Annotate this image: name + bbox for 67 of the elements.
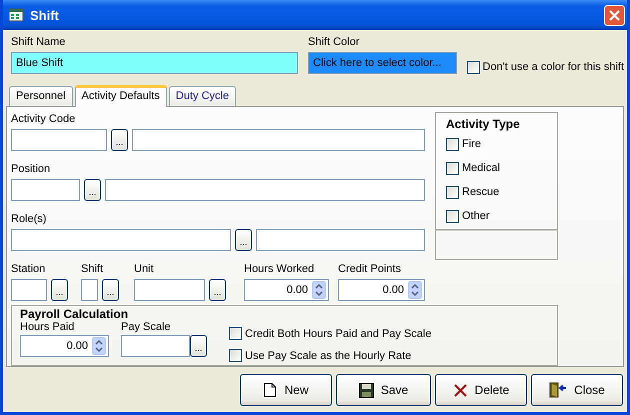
spin-arrows-icon[interactable] bbox=[92, 337, 106, 355]
text-field[interactable] bbox=[121, 335, 190, 357]
browse-button[interactable]: ... bbox=[235, 229, 252, 251]
checkbox-label: Credit Both Hours Paid and Pay Scale bbox=[245, 328, 432, 340]
spin-arrows-icon[interactable] bbox=[312, 281, 326, 299]
text-field[interactable] bbox=[256, 229, 425, 251]
window-title: Shift bbox=[30, 8, 60, 22]
field-label: Shift Name bbox=[11, 35, 66, 50]
tab[interactable]: Duty Cycle bbox=[168, 86, 236, 106]
text-field[interactable] bbox=[11, 229, 231, 251]
checkbox-label: Don't use a color for this shift bbox=[482, 61, 624, 73]
browse-button[interactable]: ... bbox=[102, 279, 119, 301]
text-field[interactable] bbox=[11, 129, 107, 151]
calendar-icon bbox=[8, 7, 24, 23]
exit-door-icon bbox=[549, 382, 568, 398]
checkbox-label: Use Pay Scale as the Hourly Rate bbox=[245, 350, 412, 362]
text-field[interactable] bbox=[134, 279, 205, 301]
checkbox[interactable] bbox=[466, 60, 480, 74]
document-icon bbox=[263, 382, 278, 398]
field-label: Unit bbox=[134, 262, 155, 277]
text-field[interactable] bbox=[11, 279, 47, 301]
field-label: Credit Points bbox=[338, 262, 402, 277]
checkbox[interactable] bbox=[446, 138, 459, 150]
browse-button[interactable]: ... bbox=[209, 279, 226, 301]
browse-button[interactable]: ... bbox=[51, 279, 68, 301]
field-label: Station bbox=[11, 262, 46, 277]
spin-field[interactable]: 0.00 bbox=[20, 335, 109, 357]
checkbox[interactable] bbox=[446, 210, 459, 222]
new-button[interactable]: New bbox=[240, 374, 332, 406]
group-title: Activity Type bbox=[446, 117, 521, 132]
field-label: Hours Paid bbox=[20, 321, 76, 335]
checkbox[interactable] bbox=[229, 327, 242, 340]
save-button[interactable]: Save bbox=[336, 374, 431, 406]
spin-field[interactable]: 0.00 bbox=[244, 279, 329, 301]
field-label: Shift Color bbox=[308, 35, 360, 50]
field-label: Hours Worked bbox=[244, 262, 316, 277]
text-field[interactable] bbox=[132, 129, 425, 151]
browse-button[interactable]: ... bbox=[190, 335, 207, 357]
checkbox-label: Other bbox=[462, 210, 490, 222]
browse-button[interactable]: ... bbox=[84, 179, 101, 201]
tab[interactable]: Activity Defaults bbox=[74, 85, 167, 107]
checkbox-label: Medical bbox=[462, 162, 500, 174]
shift-name-field[interactable]: Blue Shift bbox=[11, 52, 298, 74]
close-icon bbox=[604, 4, 625, 26]
text-field[interactable] bbox=[11, 179, 80, 201]
checkbox[interactable] bbox=[446, 162, 459, 174]
close-button[interactable] bbox=[604, 4, 625, 26]
color-picker-field[interactable]: Click here to select color... bbox=[308, 52, 456, 74]
delete-button[interactable]: Delete bbox=[435, 374, 527, 406]
checkbox[interactable] bbox=[229, 349, 242, 362]
group-title: Payroll Calculation bbox=[20, 307, 128, 321]
checkbox[interactable] bbox=[446, 186, 459, 198]
field-label: Shift bbox=[81, 262, 104, 277]
close-button[interactable]: Close bbox=[531, 374, 623, 406]
field-label: Position bbox=[11, 162, 52, 177]
browse-button[interactable]: ... bbox=[111, 129, 128, 151]
tab[interactable]: Personnel bbox=[9, 86, 73, 106]
field-label: Pay Scale bbox=[121, 321, 172, 335]
field-label: Activity Code bbox=[11, 112, 76, 127]
spin-field[interactable]: 0.00 bbox=[338, 279, 425, 301]
checkbox-label: Fire bbox=[462, 138, 481, 150]
checkbox-label: Rescue bbox=[462, 186, 500, 198]
text-field[interactable] bbox=[105, 179, 425, 201]
spin-arrows-icon[interactable] bbox=[408, 281, 422, 299]
x-icon bbox=[452, 382, 468, 398]
text-field[interactable] bbox=[81, 279, 98, 301]
field-label: Role(s) bbox=[11, 212, 48, 227]
